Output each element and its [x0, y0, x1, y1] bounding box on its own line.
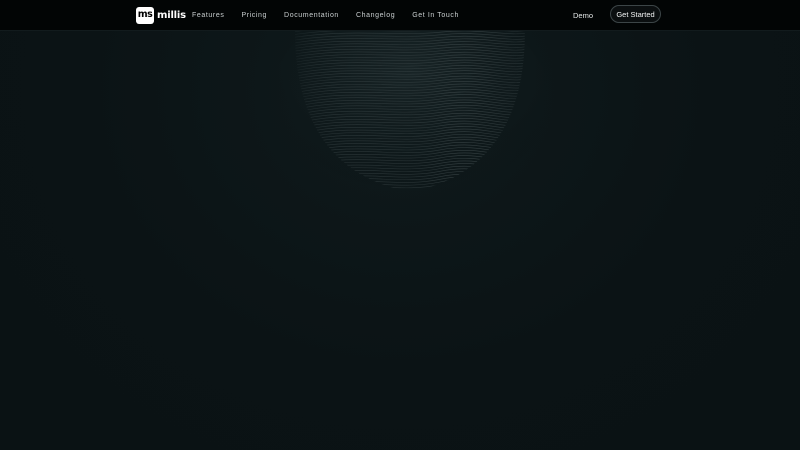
brand-logo[interactable]: ms millis	[136, 6, 186, 24]
top-navbar: ms millis Features Pricing Documentation…	[0, 0, 800, 31]
demo-link[interactable]: Demo	[573, 0, 593, 30]
page: ms millis Features Pricing Documentation…	[0, 0, 800, 450]
logo-mark: ms	[136, 6, 154, 24]
get-started-button[interactable]: Get Started	[610, 5, 661, 23]
nav-link-changelog[interactable]: Changelog	[356, 12, 395, 19]
main-nav: Features Pricing Documentation Changelog…	[192, 0, 459, 30]
nav-link-pricing[interactable]: Pricing	[241, 12, 267, 19]
nav-link-documentation[interactable]: Documentation	[284, 12, 339, 19]
nav-link-features[interactable]: Features	[192, 12, 224, 19]
nav-link-get-in-touch[interactable]: Get In Touch	[412, 12, 459, 19]
logo-wordmark: millis	[157, 9, 186, 21]
hero-wave-graphic	[270, 20, 550, 200]
